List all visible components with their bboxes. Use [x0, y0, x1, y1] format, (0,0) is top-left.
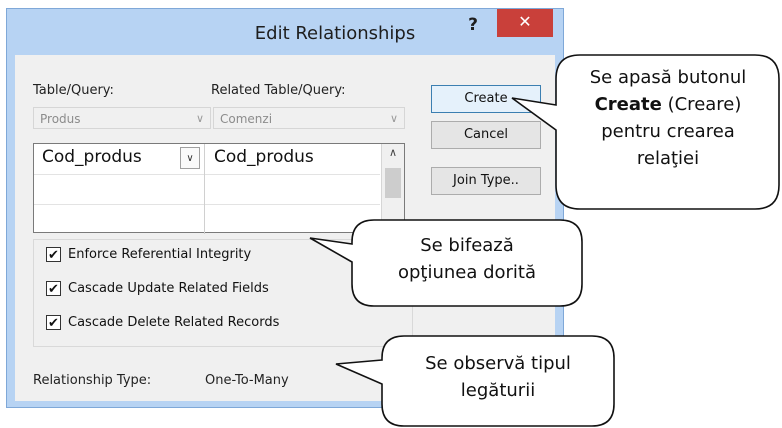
callout-create-after: (Creare) — [667, 94, 742, 115]
callout-create-text: Se apasă butonul Create (Creare) pentru … — [568, 64, 768, 172]
callout-create-line3: pentru crearea — [601, 121, 735, 142]
callout-options-line2: opţiunea dorită — [397, 262, 537, 283]
callout-create-bold: Create — [594, 94, 662, 115]
callout-options-line1: Se bifează — [420, 235, 514, 256]
callout-type-text: Se observă tipul legăturii — [390, 350, 606, 404]
callout-options-text: Se bifează opţiunea dorită — [360, 232, 574, 286]
callout-type-line1: Se observă tipul — [425, 353, 571, 374]
callout-create-line2: Create (Creare) — [568, 91, 768, 118]
callout-type-line2: legăturii — [460, 380, 536, 401]
callout-create-line1: Se apasă butonul — [589, 67, 747, 88]
callout-create-line4: relaţiei — [636, 148, 700, 169]
